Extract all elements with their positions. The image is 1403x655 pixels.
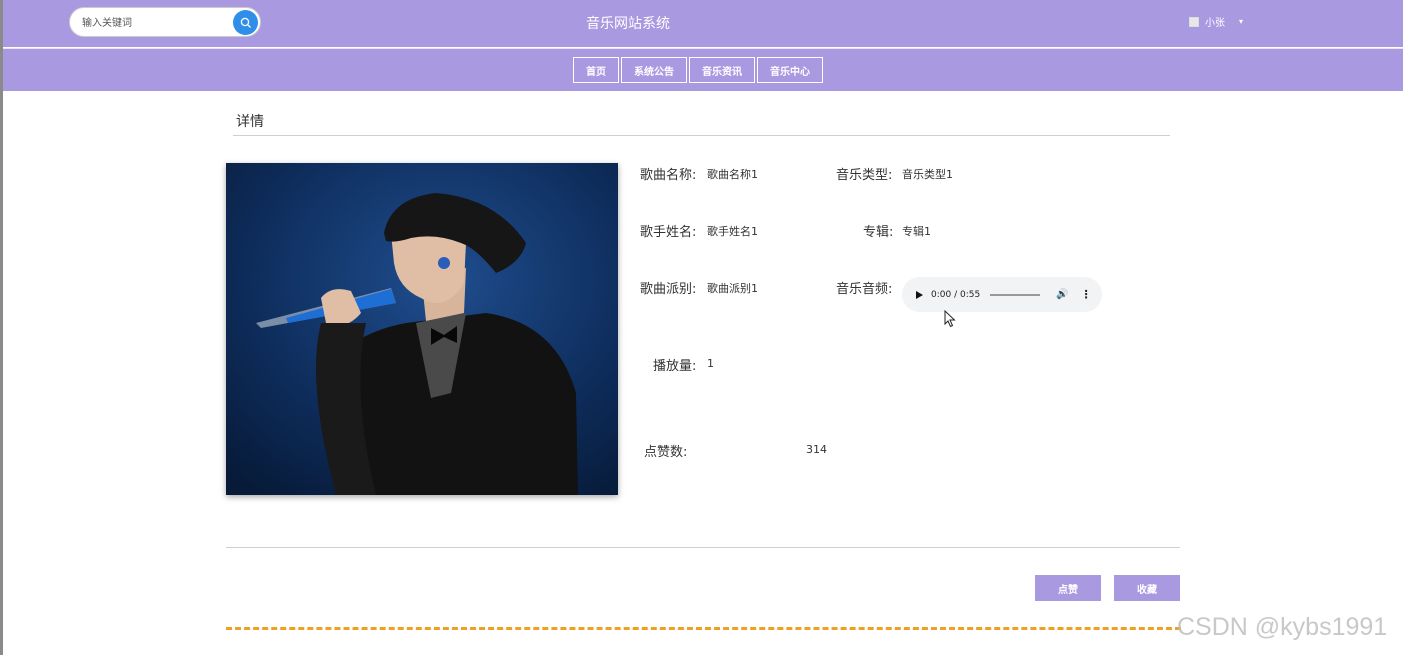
- album-value: 专辑1: [902, 225, 931, 238]
- plays-label: 播放量:: [653, 359, 697, 374]
- genre-value: 歌曲派别1: [707, 282, 758, 295]
- audio-label: 音乐音频:: [836, 282, 893, 297]
- section-title: 详情: [236, 114, 264, 130]
- user-name: 小张: [1205, 18, 1225, 29]
- main-nav: 首页 系统公告 音乐资讯 音乐中心: [3, 48, 1403, 91]
- song-name-label: 歌曲名称:: [640, 168, 697, 183]
- watermark: CSDN @kybs1991: [1177, 613, 1388, 641]
- music-type-value: 音乐类型1: [902, 168, 953, 181]
- nav-music-news[interactable]: 音乐资讯: [689, 57, 755, 83]
- singer-value: 歌手姓名1: [707, 225, 758, 238]
- audio-time: 0:00 / 0:55: [931, 289, 981, 300]
- singer-label: 歌手姓名:: [640, 225, 697, 240]
- like-button[interactable]: 点赞: [1035, 575, 1101, 601]
- site-title: 音乐网站系统: [586, 16, 670, 32]
- nav-music-center[interactable]: 音乐中心: [757, 57, 823, 83]
- play-icon[interactable]: [916, 290, 923, 299]
- dashed-divider: [226, 627, 1181, 630]
- nav-announcements[interactable]: 系统公告: [621, 57, 687, 83]
- chevron-down-icon: ▾: [1239, 17, 1244, 26]
- title-divider: [233, 135, 1170, 136]
- plays-value: 1: [707, 357, 714, 370]
- music-type-label: 音乐类型:: [836, 168, 893, 183]
- audio-progress-slider[interactable]: [990, 293, 1041, 296]
- likes-value: 314: [806, 443, 827, 456]
- likes-label: 点赞数:: [644, 445, 688, 460]
- window-left-edge: [0, 0, 3, 655]
- genre-label: 歌曲派别:: [640, 282, 697, 297]
- mouse-cursor-icon: [944, 310, 956, 328]
- nav-home[interactable]: 首页: [573, 57, 619, 83]
- song-name-value: 歌曲名称1: [707, 168, 758, 181]
- volume-icon[interactable]: 🔊: [1056, 289, 1068, 300]
- favorite-button[interactable]: 收藏: [1114, 575, 1180, 601]
- more-options-icon[interactable]: ⋮: [1081, 288, 1092, 301]
- audio-player[interactable]: 0:00 / 0:55 🔊 ⋮: [902, 277, 1102, 312]
- top-header: 音乐网站系统 小张 ▾: [3, 0, 1403, 47]
- actions-divider: [226, 547, 1180, 548]
- album-label: 专辑:: [863, 225, 894, 240]
- avatar: [1189, 16, 1199, 27]
- song-cover-image: [226, 163, 618, 495]
- user-menu[interactable]: 小张 ▾: [1189, 14, 1243, 29]
